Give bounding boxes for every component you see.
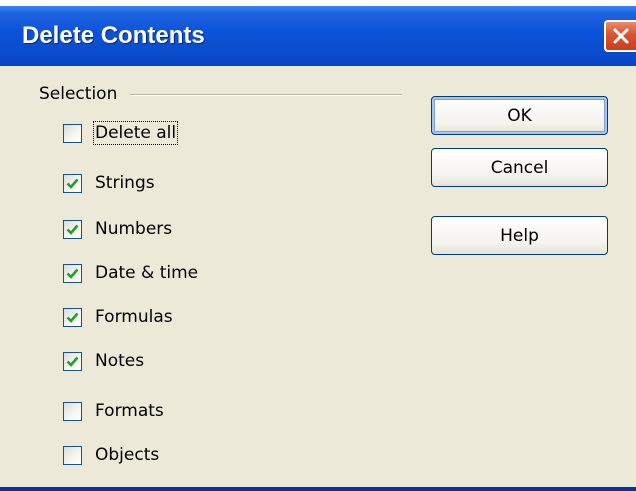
window-bottom-border [0, 487, 636, 491]
checkbox-label: Objects [95, 445, 160, 465]
checkmark-icon [66, 312, 79, 323]
checkbox-box[interactable] [63, 445, 82, 465]
help-button[interactable]: Help [431, 216, 608, 255]
checkbox-box[interactable] [63, 173, 82, 193]
selection-frame-label: Selection [39, 84, 118, 104]
checkbox-formulas[interactable]: Formulas [63, 304, 173, 330]
checkbox-box[interactable] [63, 401, 82, 421]
checkbox-numbers[interactable]: Numbers [63, 216, 172, 242]
checkbox-label: Numbers [95, 219, 173, 239]
checkbox-label: Strings [95, 173, 155, 193]
close-icon [613, 28, 629, 44]
checkbox-label: Formats [95, 401, 164, 421]
checkbox-label: Formulas [95, 307, 173, 327]
checkbox-label: Date & time [95, 263, 199, 283]
checkbox-formats[interactable]: Formats [63, 398, 164, 424]
checkmark-icon [66, 356, 79, 367]
selection-frame-line [130, 94, 402, 96]
checkmark-icon [66, 178, 79, 189]
checkbox-delete-all[interactable]: Delete all [63, 120, 179, 146]
checkbox-box[interactable] [63, 263, 82, 283]
checkbox-strings[interactable]: Strings [63, 170, 155, 196]
cancel-button[interactable]: Cancel [431, 148, 608, 187]
checkbox-objects[interactable]: Objects [63, 442, 159, 468]
checkbox-box[interactable] [63, 351, 82, 371]
checkmark-icon [66, 268, 79, 279]
checkbox-box[interactable] [63, 219, 82, 239]
checkbox-label: Notes [95, 351, 145, 371]
ok-button[interactable]: OK [431, 96, 608, 135]
checkbox-box[interactable] [63, 307, 82, 327]
close-button[interactable] [604, 20, 636, 52]
dialog-body: Selection Delete all Strings Numbers Dat… [0, 66, 636, 487]
checkbox-box[interactable] [63, 123, 82, 143]
checkbox-date-time[interactable]: Date & time [63, 260, 198, 286]
title-bar[interactable]: Delete Contents [0, 6, 636, 66]
dialog-window: Delete Contents Selection Delete all Str… [0, 6, 636, 491]
checkbox-label: Delete all [92, 121, 179, 145]
checkmark-icon [66, 224, 79, 235]
checkbox-notes[interactable]: Notes [63, 348, 144, 374]
dialog-title: Delete Contents [22, 22, 205, 49]
